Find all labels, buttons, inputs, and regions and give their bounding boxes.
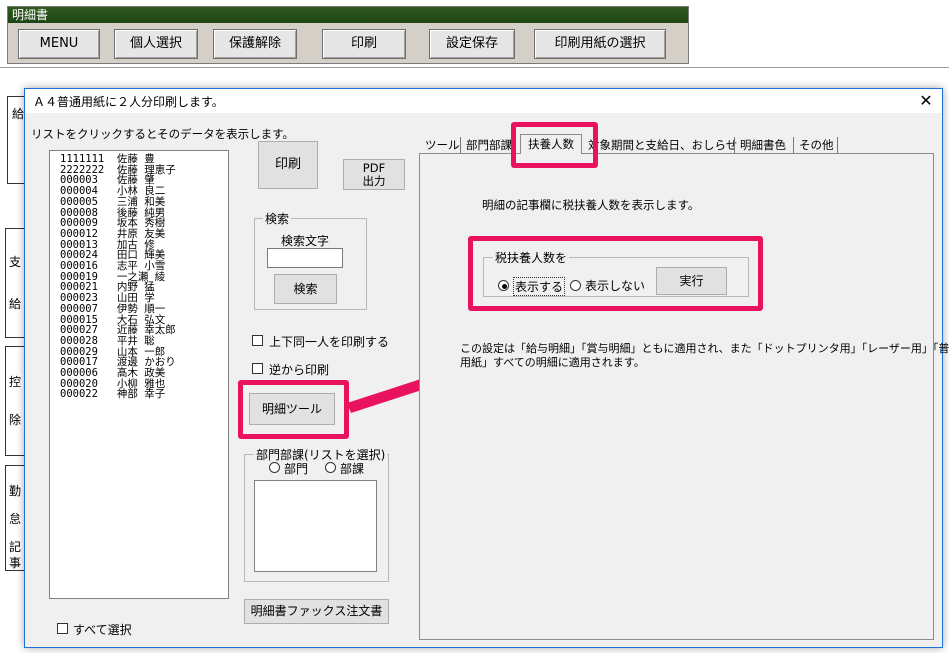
save-settings-button[interactable]: 設定保存 <box>429 29 515 59</box>
tab-period[interactable]: 対象期間と支給日、おしらせ <box>588 137 737 154</box>
sheet-cell-kyu: 給 <box>7 96 25 184</box>
unprotect-button[interactable]: 保護解除 <box>213 29 297 59</box>
radio-show[interactable] <box>498 280 509 291</box>
list-item[interactable]: 000022 神部 幸子 <box>60 389 165 400</box>
tab-separator <box>837 137 838 153</box>
tab-panel: 明細の記事欄に税扶養人数を表示します。 税扶養人数を 表示する 表示しない 実行… <box>419 153 949 640</box>
same-person-label: 上下同一人を印刷する <box>269 335 390 349</box>
sheet-label-shi: 支 <box>9 255 22 269</box>
panel-note-line2: 用紙」すべての明細に適用されます。 <box>460 356 645 369</box>
search-input[interactable] <box>267 248 343 268</box>
dialog-titlebar: Ａ４普通用紙に２人分印刷します。 ✕ <box>25 89 942 113</box>
print-toolbar-button[interactable]: 印刷 <box>322 29 406 59</box>
panel-description: 明細の記事欄に税扶養人数を表示します。 <box>482 198 700 212</box>
sheet-label-tai: 怠 <box>9 512 22 526</box>
print-button[interactable]: 印刷 <box>258 141 318 189</box>
tab-separator <box>460 137 461 153</box>
reverse-print-checkbox[interactable] <box>252 363 263 374</box>
print-dialog: Ａ４普通用紙に２人分印刷します。 ✕ リストをクリックするとそのデータを表示しま… <box>24 88 949 648</box>
search-group-label: 検索 <box>263 210 292 227</box>
sheet-label-kou: 控 <box>9 375 22 389</box>
list-item[interactable]: 000007 伊勢 順一 <box>60 304 165 315</box>
sheet-cell-kintai: 勤 怠 記 事 <box>5 465 25 571</box>
tab-dept[interactable]: 部門部課 <box>466 137 512 154</box>
toolbar-window-title: 明細書 <box>8 7 688 23</box>
select-paper-button[interactable]: 印刷用紙の選択 <box>534 29 666 59</box>
radio-hide-label: 表示しない <box>585 279 646 293</box>
list-hint: リストをクリックするとそのデータを表示します。 <box>31 127 295 141</box>
select-all-label: すべて選択 <box>73 623 132 637</box>
dept-group-label: 部門部課(リストを選択) <box>254 446 388 463</box>
list-item[interactable]: 000028 平井 聡 <box>60 336 155 347</box>
sheet-label-kyu2: 給 <box>9 297 22 311</box>
dept-list[interactable] <box>254 480 377 572</box>
radio-bumon[interactable] <box>269 462 280 473</box>
tab-other[interactable]: その他 <box>799 137 834 154</box>
close-icon[interactable]: ✕ <box>916 91 936 111</box>
tab-highlight <box>511 122 598 168</box>
select-person-button[interactable]: 個人選択 <box>114 29 198 59</box>
dependents-group-label: 税扶養人数を <box>493 249 570 266</box>
same-person-checkbox[interactable] <box>252 335 263 346</box>
dialog-title: Ａ４普通用紙に２人分印刷します。 <box>33 95 224 109</box>
select-all-checkbox[interactable] <box>57 623 68 634</box>
radio-show-label: 表示する <box>513 277 566 296</box>
list-item[interactable]: 000005 三浦 和美 <box>60 197 165 208</box>
meisai-tool-button[interactable]: 明細ツール <box>249 393 335 425</box>
search-button[interactable]: 検索 <box>274 274 337 304</box>
pdf-output-button[interactable]: PDF 出力 <box>343 159 405 190</box>
sheet-cell-shikyu: 支 給 <box>5 228 25 338</box>
tab-separator <box>734 137 735 153</box>
radio-bukai-label: 部課 <box>340 462 365 476</box>
pdf-button-line2: 出力 <box>362 174 386 188</box>
reverse-print-label: 逆から印刷 <box>269 363 330 377</box>
employee-list[interactable]: 1111111 佐藤 豊 2222222 佐藤 理恵子 000003 佐藤 肇 000… <box>49 150 229 599</box>
sheet-label-ki: 記 <box>9 540 22 554</box>
top-toolbar-window: 明細書 MENU 個人選択 保護解除 印刷 設定保存 印刷用紙の選択 <box>7 6 689 64</box>
radio-bukai[interactable] <box>325 462 336 473</box>
sheet-label-kyu: 給 <box>12 107 25 121</box>
sheet-label-ji: 事 <box>9 556 22 570</box>
search-field-label: 検索文字 <box>281 234 330 248</box>
radio-bumon-label: 部門 <box>284 462 309 476</box>
tab-tool[interactable]: ツール <box>425 137 460 154</box>
sheet-divider <box>0 67 949 68</box>
sheet-label-kin: 勤 <box>9 484 22 498</box>
list-item[interactable]: 000012 井原 友美 <box>60 229 165 240</box>
fax-order-button[interactable]: 明細書ファックス注文書 <box>244 599 389 624</box>
execute-button[interactable]: 実行 <box>656 267 727 295</box>
radio-hide[interactable] <box>570 280 581 291</box>
tab-separator <box>793 137 794 153</box>
sheet-cell-koujo: 控 除 <box>5 346 25 456</box>
menu-button[interactable]: MENU <box>18 29 100 59</box>
sheet-label-jo: 除 <box>9 413 22 427</box>
tab-color[interactable]: 明細書色 <box>740 137 786 154</box>
